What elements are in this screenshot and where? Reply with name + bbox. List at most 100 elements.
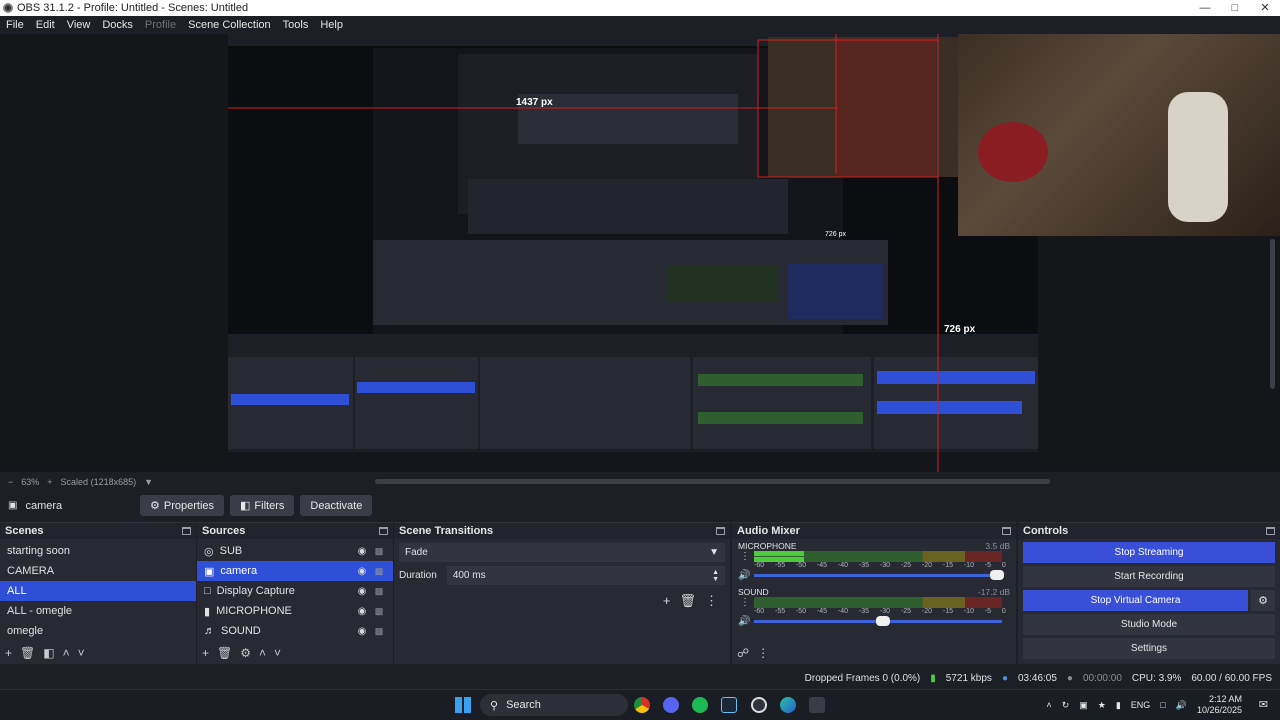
zoom-out-button[interactable]: − — [8, 477, 13, 487]
undock-icon[interactable] — [1266, 527, 1275, 535]
sync-icon[interactable]: ↻ — [1062, 700, 1070, 711]
menu-view[interactable]: View — [61, 19, 97, 31]
zoom-in-button[interactable]: + — [47, 477, 52, 487]
scene-item[interactable]: omegle — [0, 621, 196, 641]
chrome-icon[interactable] — [634, 697, 650, 713]
undock-icon[interactable] — [379, 527, 388, 535]
clock[interactable]: 2:12 AM 10/26/2025 — [1197, 694, 1242, 716]
menu-docks[interactable]: Docks — [96, 19, 139, 31]
microphone-icon[interactable]: ▮ — [1116, 700, 1121, 711]
transition-select[interactable]: Fade ▼ — [399, 543, 725, 562]
chevron-up-icon[interactable]: ˄ — [1046, 700, 1051, 710]
fader-handle[interactable] — [990, 570, 1005, 580]
volume-fader[interactable]: 🔊 — [738, 570, 1010, 581]
gear-icon[interactable]: ⚙ — [240, 646, 251, 660]
move-down-icon[interactable]: ˅ — [78, 646, 85, 660]
fader-track[interactable] — [754, 616, 1002, 626]
preview-scrollbar-horizontal[interactable] — [375, 479, 1050, 484]
close-button[interactable]: ✕ — [1250, 0, 1280, 16]
scene-item[interactable]: starting soon — [0, 541, 196, 561]
stop-streaming-button[interactable]: Stop Streaming — [1023, 542, 1275, 563]
trash-icon[interactable]: 🗑 — [20, 646, 35, 660]
move-down-icon[interactable]: ˅ — [274, 646, 281, 660]
add-icon[interactable]: + — [202, 646, 209, 660]
dropped-frames: Dropped Frames 0 (0.0%) — [804, 672, 921, 684]
language-indicator[interactable]: ENG — [1131, 700, 1151, 710]
scene-item-selected[interactable]: ALL — [0, 581, 196, 601]
tick-label: -15 — [942, 608, 953, 615]
more-icon[interactable]: ⋮ — [757, 646, 769, 660]
fader-track[interactable] — [754, 570, 1005, 580]
filters-button[interactable]: ◧ Filters — [230, 495, 295, 516]
eye-icon[interactable]: ◉ — [355, 546, 369, 557]
filter-icon[interactable]: ◧ — [43, 646, 54, 660]
settings-button[interactable]: Settings — [1023, 638, 1275, 659]
discord-icon[interactable] — [663, 697, 679, 713]
trash-icon[interactable]: 🗑 — [679, 593, 696, 609]
eye-icon[interactable]: ◉ — [355, 586, 369, 597]
gear-icon[interactable]: ⚙ — [1251, 590, 1275, 611]
network-icon[interactable]: □ — [1160, 700, 1165, 710]
minimize-button[interactable]: — — [1190, 0, 1220, 16]
lock-icon[interactable]: ▩ — [372, 626, 386, 637]
volume-fader[interactable]: 🔊 — [738, 616, 1010, 627]
source-item[interactable]: □ Display Capture ◉ ▩ — [197, 581, 393, 601]
menu-profile[interactable]: Profile — [139, 19, 182, 31]
properties-button[interactable]: ⚙ Properties — [140, 495, 225, 516]
move-up-icon[interactable]: ˄ — [63, 646, 70, 660]
menu-edit[interactable]: Edit — [30, 19, 61, 31]
add-icon[interactable]: + — [663, 593, 671, 609]
fader-handle[interactable] — [875, 616, 890, 626]
spin-arrows-icon[interactable]: ▲ ▼ — [712, 569, 719, 583]
undock-icon[interactable] — [182, 527, 191, 535]
undock-icon[interactable] — [1002, 527, 1011, 535]
edge-icon[interactable] — [780, 697, 796, 713]
preview-area[interactable]: 1437 px 726 px 726 px — [0, 34, 1280, 472]
link-icon[interactable]: ☍ — [737, 646, 749, 660]
studio-mode-button[interactable]: Studio Mode — [1023, 614, 1275, 635]
lock-icon[interactable]: ▩ — [372, 546, 386, 557]
speaker-icon[interactable]: 🔊 — [738, 570, 754, 581]
eye-icon[interactable]: ◉ — [355, 626, 369, 637]
taskbar-search[interactable]: ⚲ Search — [480, 694, 628, 716]
move-up-icon[interactable]: ˄ — [259, 646, 266, 660]
lock-icon[interactable]: ▩ — [372, 606, 386, 617]
source-item[interactable]: ◎ SUB ◉ ▩ — [197, 541, 393, 561]
more-icon[interactable]: ⋮ — [705, 593, 718, 609]
menu-tools[interactable]: Tools — [277, 19, 315, 31]
maximize-button[interactable]: □ — [1220, 0, 1250, 16]
preview-scrollbar-vertical[interactable] — [1270, 239, 1275, 389]
scene-item[interactable]: CAMERA — [0, 561, 196, 581]
steam-icon[interactable] — [721, 697, 737, 713]
source-item-selected[interactable]: ▣ camera ◉ ▩ — [197, 561, 393, 581]
menu-file[interactable]: File — [0, 19, 30, 31]
trash-icon[interactable]: 🗑 — [217, 646, 232, 660]
source-item[interactable]: ▮ MICROPHONE ◉ ▩ — [197, 601, 393, 621]
volume-icon[interactable]: 🔊 — [1176, 700, 1187, 711]
tray-app-icon[interactable]: ▣ — [1079, 700, 1088, 711]
lock-icon[interactable]: ▩ — [372, 586, 386, 597]
preview-canvas[interactable]: 1437 px 726 px 726 px — [228, 34, 1038, 472]
stop-virtual-camera-button[interactable]: Stop Virtual Camera — [1023, 590, 1248, 611]
eye-icon[interactable]: ◉ — [355, 606, 369, 617]
notification-icon[interactable]: ✉ — [1259, 698, 1268, 711]
spotify-icon[interactable] — [692, 697, 708, 713]
scene-item[interactable]: ALL - omegle — [0, 601, 196, 621]
menu-help[interactable]: Help — [314, 19, 349, 31]
duration-spinbox[interactable]: 400 ms ▲ ▼ — [446, 566, 725, 585]
scale-mode-select[interactable]: Scaled (1218x685) — [61, 477, 137, 487]
source-item[interactable]: ♬ SOUND ◉ ▩ — [197, 621, 393, 641]
speaker-icon[interactable]: 🔊 — [738, 616, 754, 627]
lock-icon[interactable]: ▩ — [372, 566, 386, 577]
undock-icon[interactable] — [716, 527, 725, 535]
start-recording-button[interactable]: Start Recording — [1023, 566, 1275, 587]
obs-icon[interactable] — [751, 697, 767, 713]
add-icon[interactable]: + — [5, 646, 12, 660]
eye-icon[interactable]: ◉ — [355, 566, 369, 577]
scale-dropdown-icon[interactable]: ▼ — [144, 477, 153, 487]
bluetooth-icon[interactable]: ★ — [1098, 700, 1106, 711]
windows-start-icon[interactable] — [455, 697, 471, 713]
app-icon[interactable] — [809, 697, 825, 713]
deactivate-button[interactable]: Deactivate — [300, 495, 373, 516]
menu-scene-collection[interactable]: Scene Collection — [182, 19, 277, 31]
